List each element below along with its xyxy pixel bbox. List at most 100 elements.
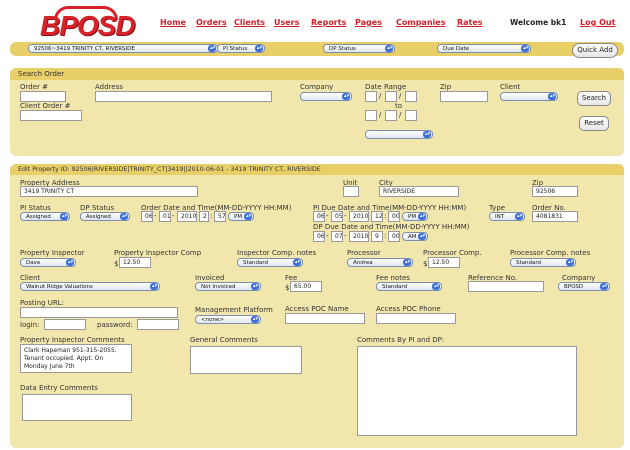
- client-label: Client: [20, 274, 41, 282]
- invoiced-select[interactable]: Not Invoiced ▴▾: [195, 282, 261, 291]
- dash-sep: -: [344, 232, 347, 240]
- general-comments-label: General Comments: [190, 336, 258, 344]
- unit-input[interactable]: [343, 186, 359, 197]
- slash-sep: /: [379, 92, 382, 100]
- search-title: Search Order: [10, 68, 624, 80]
- dp-due-day-input[interactable]: 07: [331, 231, 343, 242]
- processor-label: Processor: [347, 249, 381, 257]
- type-select[interactable]: INT ▴▾: [489, 212, 525, 221]
- client-label: Client: [500, 83, 521, 91]
- due-date-filter[interactable]: Due Date ▴▾: [437, 44, 531, 53]
- processor-comp-input[interactable]: 12.50: [428, 257, 460, 268]
- nav-pages[interactable]: Pages: [355, 18, 382, 27]
- dollar-sign: $: [423, 260, 428, 268]
- pi-due-month-input[interactable]: 06: [313, 211, 325, 222]
- dp-due-month-input[interactable]: 06: [313, 231, 325, 242]
- nav-home[interactable]: Home: [160, 18, 186, 27]
- fee-input[interactable]: 65.00: [290, 281, 322, 292]
- nav-companies[interactable]: Companies: [396, 18, 445, 27]
- colon-sep: :: [384, 232, 387, 240]
- client-select[interactable]: Walnut Ridge Valuations ▴▾: [20, 282, 160, 291]
- from-day-input[interactable]: [385, 91, 397, 102]
- nav-clients[interactable]: Clients: [234, 18, 265, 27]
- pi-status-select[interactable]: Assigned ▴▾: [20, 212, 70, 221]
- quick-add-button[interactable]: Quick Add: [572, 43, 618, 58]
- client-order-input[interactable]: [20, 110, 82, 121]
- nav-users[interactable]: Users: [274, 18, 299, 27]
- pi-due-year-input[interactable]: 2010: [349, 211, 369, 222]
- zip-input[interactable]: 92506: [532, 186, 578, 197]
- inspector-comp-input[interactable]: 12.50: [119, 257, 151, 268]
- order-no-input[interactable]: 4081831: [532, 211, 578, 222]
- from-month-input[interactable]: [365, 91, 377, 102]
- dp-due-min-input[interactable]: 00: [388, 231, 400, 242]
- dp-due-hour-input[interactable]: 9: [371, 231, 383, 242]
- inspector-label: Property Inspector: [20, 249, 85, 257]
- date-type-select[interactable]: ▴▾: [365, 130, 433, 139]
- fee-notes-select[interactable]: Standard ▴▾: [376, 282, 442, 291]
- property-select[interactable]: 92506~3419 TRINITY CT, RIVERSIDE ▴▾: [28, 44, 218, 53]
- address-input[interactable]: [95, 91, 272, 102]
- to-month-input[interactable]: [365, 110, 377, 121]
- dash-sep: -: [154, 212, 157, 220]
- order-year-input[interactable]: 2010: [177, 211, 197, 222]
- order-number-input[interactable]: [20, 91, 66, 102]
- property-address-input[interactable]: 3419 TRINITY CT: [20, 186, 198, 197]
- pi-due-hour-input[interactable]: 12: [371, 211, 383, 222]
- company-select[interactable]: ▴▾: [300, 92, 352, 101]
- password-label: password:: [97, 321, 133, 329]
- zip-input[interactable]: [440, 91, 488, 102]
- nav-logout[interactable]: Log Out: [580, 18, 615, 27]
- pi-due-day-input[interactable]: 05: [331, 211, 343, 222]
- processor-notes-select[interactable]: Standard ▴▾: [510, 258, 576, 267]
- password-input[interactable]: [137, 319, 179, 330]
- inspector-select[interactable]: Dave ▴▾: [20, 258, 76, 267]
- reference-input[interactable]: [468, 281, 544, 292]
- order-day-input[interactable]: 01: [159, 211, 171, 222]
- date-range-label: Date Range: [365, 83, 407, 91]
- search-button[interactable]: Search: [577, 91, 611, 106]
- dp-due-year-input[interactable]: 2010: [349, 231, 369, 242]
- login-input[interactable]: [44, 319, 86, 330]
- to-day-input[interactable]: [385, 110, 397, 121]
- pi-due-ampm-select[interactable]: PM ▴▾: [402, 212, 428, 221]
- data-entry-label: Data Entry Comments: [20, 384, 98, 392]
- dp-status-filter[interactable]: DP Status ▴▾: [323, 44, 395, 53]
- posting-url-input[interactable]: [20, 307, 178, 318]
- reset-button[interactable]: Reset: [579, 116, 609, 131]
- city-input[interactable]: RIVERSIDE: [379, 186, 459, 197]
- pi-due-min-input[interactable]: 00: [388, 211, 400, 222]
- access-poc-name-input[interactable]: [285, 313, 365, 324]
- mgmt-platform-select[interactable]: <none> ▴▾: [195, 315, 261, 324]
- posting-url-label: Posting URL:: [20, 299, 64, 307]
- dash-sep: -: [326, 212, 329, 220]
- type-label: Type: [489, 204, 506, 212]
- inspector-notes-label: Inspector Comp. notes: [237, 249, 317, 257]
- colon-sep: :: [210, 212, 213, 220]
- processor-select[interactable]: Andrea ▴▾: [347, 258, 413, 267]
- company-select[interactable]: BPOSD ▴▾: [558, 282, 610, 291]
- search-panel: Search Order Order # Address Company ▴▾ …: [10, 68, 624, 156]
- access-poc-phone-input[interactable]: [376, 313, 456, 324]
- inspector-notes-select[interactable]: Standard ▴▾: [237, 258, 303, 267]
- order-hour-input[interactable]: 2: [199, 211, 209, 222]
- order-label: Order #: [20, 83, 48, 91]
- order-month-input[interactable]: 06: [141, 211, 153, 222]
- dp-due-ampm-select[interactable]: AM ▴▾: [402, 232, 428, 241]
- nav-orders[interactable]: Orders: [196, 18, 227, 27]
- general-comments-textarea[interactable]: [190, 346, 302, 374]
- pi-comments-textarea[interactable]: Clark Hapeman 951-315-2055. Tenant occup…: [20, 344, 132, 373]
- data-entry-textarea[interactable]: [22, 394, 132, 421]
- order-ampm-select[interactable]: PM ▴▾: [228, 212, 254, 221]
- to-year-input[interactable]: [405, 110, 417, 121]
- dash-sep: -: [344, 212, 347, 220]
- pi-status-filter[interactable]: PI Status ▴▾: [217, 44, 265, 53]
- dp-status-select[interactable]: Assigned ▴▾: [80, 212, 130, 221]
- nav-rates[interactable]: Rates: [457, 18, 483, 27]
- nav-reports[interactable]: Reports: [311, 18, 346, 27]
- bposd-logo[interactable]: BPOSD: [38, 6, 136, 41]
- from-year-input[interactable]: [405, 91, 417, 102]
- order-min-input[interactable]: 57: [214, 211, 226, 222]
- client-select[interactable]: ▴▾: [500, 92, 558, 101]
- comments-by-textarea[interactable]: [357, 346, 577, 436]
